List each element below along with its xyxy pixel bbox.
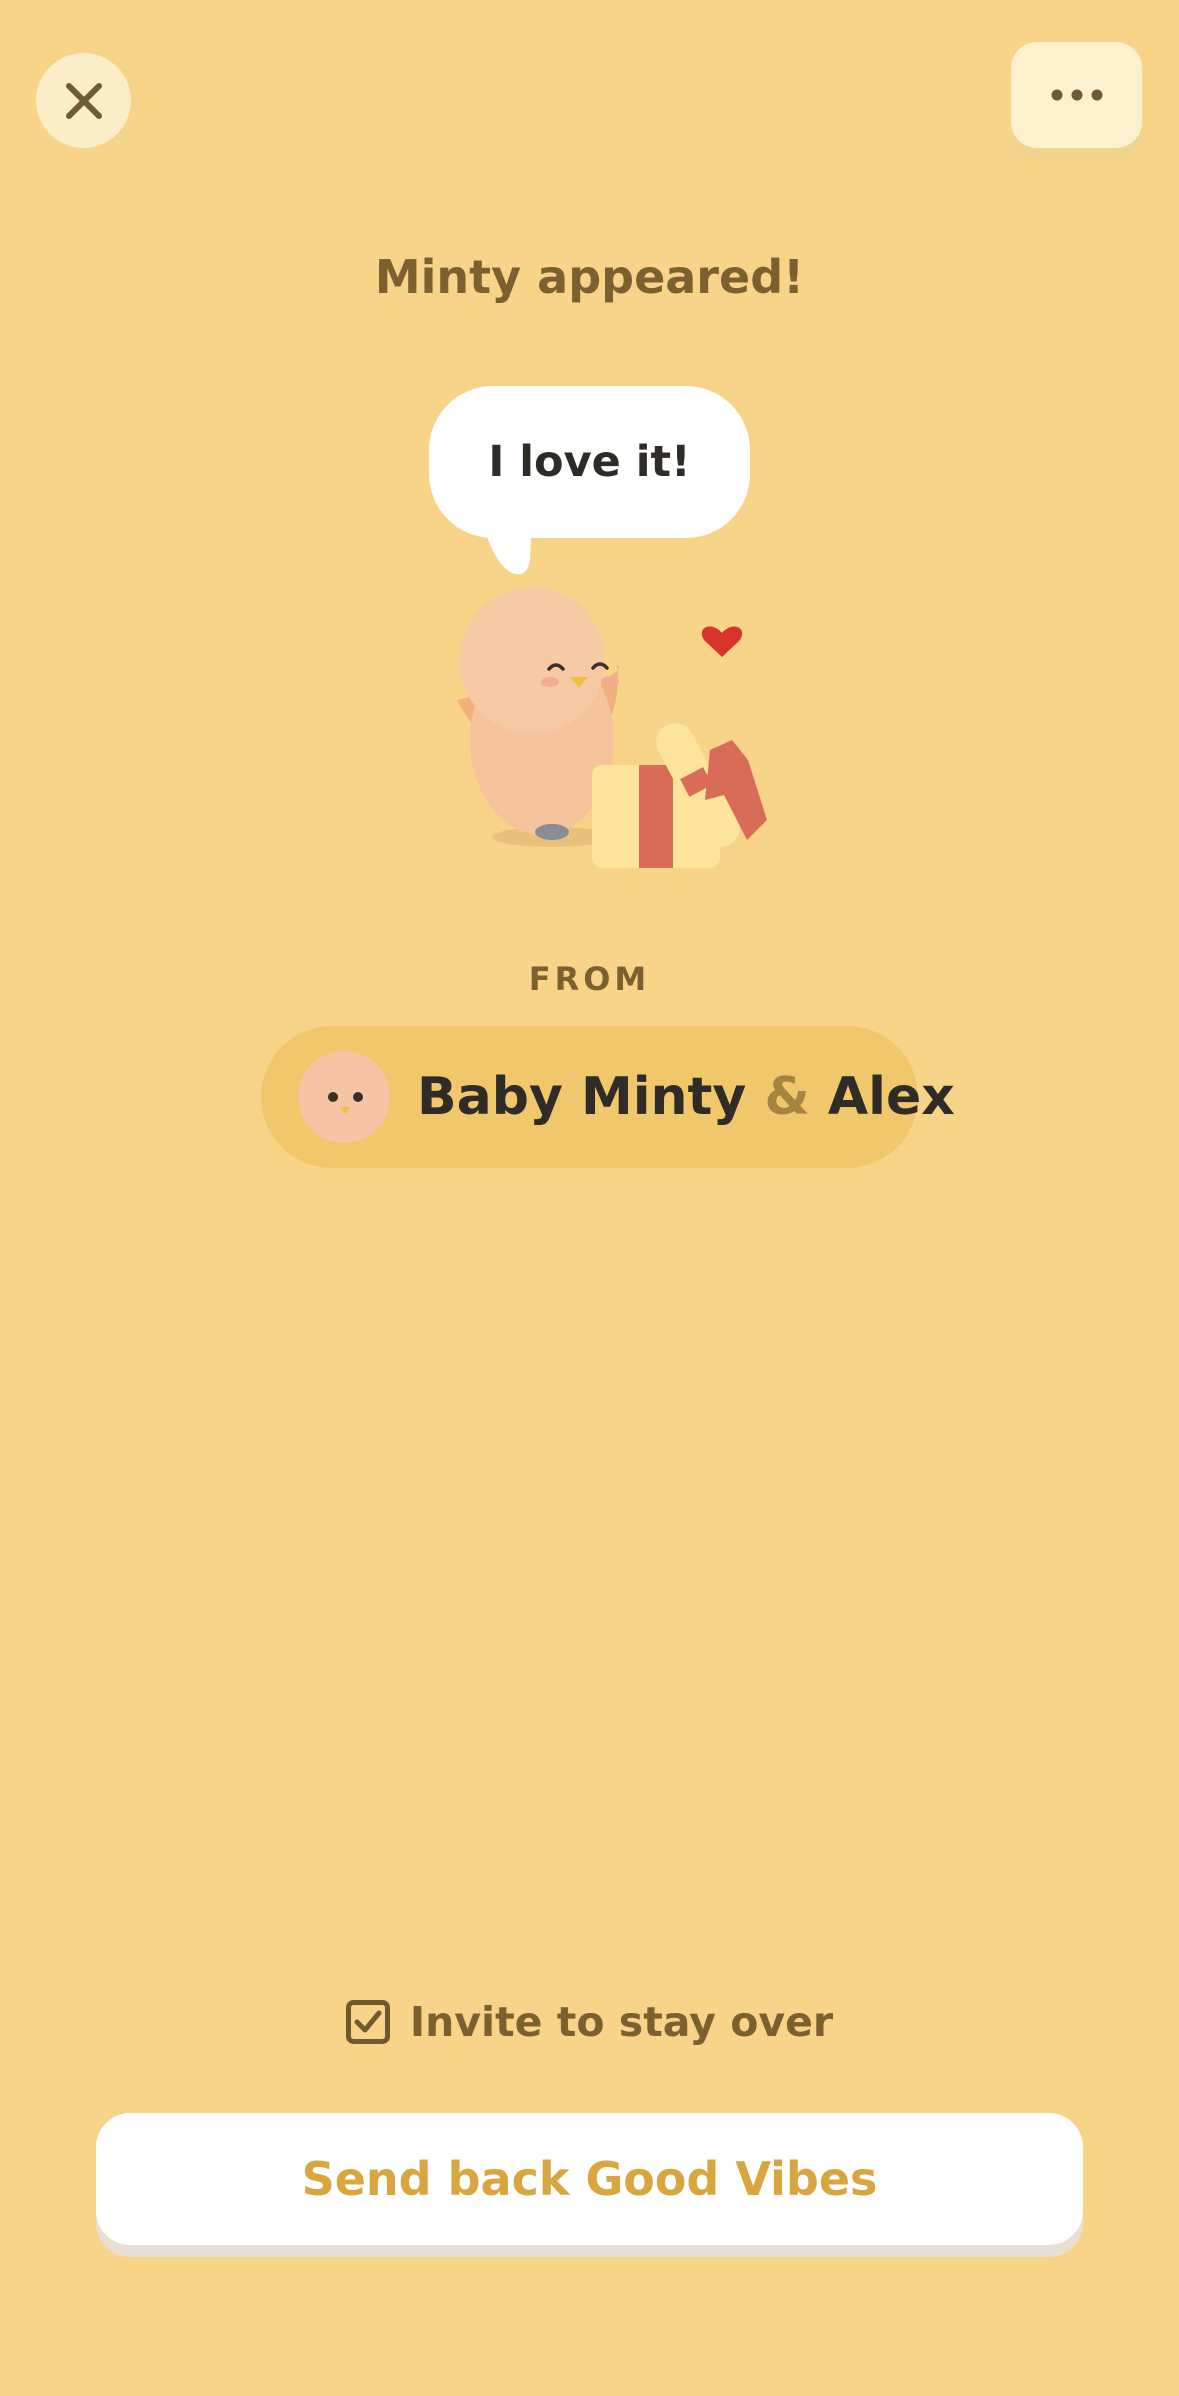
send-back-good-vibes-button[interactable]: Send back Good Vibes: [96, 2113, 1083, 2245]
sender-second-name: Alex: [827, 1067, 955, 1127]
sender-names: Baby Minty & Alex: [417, 1067, 955, 1127]
heart-icon: [701, 626, 743, 657]
sender-first-name: Baby Minty: [417, 1067, 747, 1127]
bird-cheek-right: [601, 676, 619, 686]
from-label: FROM: [528, 960, 651, 998]
checkbox-checked-icon[interactable]: [345, 2000, 390, 2044]
minty-avatar-icon: [298, 1051, 390, 1143]
avatar-face: [328, 1092, 363, 1114]
more-options-button[interactable]: [1011, 42, 1142, 148]
send-button-label: Send back Good Vibes: [301, 2152, 878, 2206]
more-horizontal-icon: [1051, 89, 1102, 101]
speech-bubble-tail: [482, 520, 532, 575]
sender-pill: Baby Minty & Alex: [261, 1026, 955, 1168]
page-title: Minty appeared!: [374, 250, 805, 304]
invite-label: Invite to stay over: [409, 1998, 834, 2046]
bird-foot: [535, 824, 569, 840]
speech-bubble: I love it!: [429, 386, 750, 538]
close-icon: [65, 82, 102, 119]
invite-to-stay-over-toggle[interactable]: Invite to stay over: [0, 1998, 1179, 2046]
bird-cheek-left: [541, 677, 559, 687]
speech-bubble-text: I love it!: [488, 437, 691, 487]
bird-head: [459, 587, 605, 733]
gift-ribbon: [639, 765, 673, 868]
sender-ampersand: &: [764, 1067, 810, 1127]
close-button[interactable]: [36, 53, 131, 148]
minty-bird-illustration: [457, 587, 767, 868]
